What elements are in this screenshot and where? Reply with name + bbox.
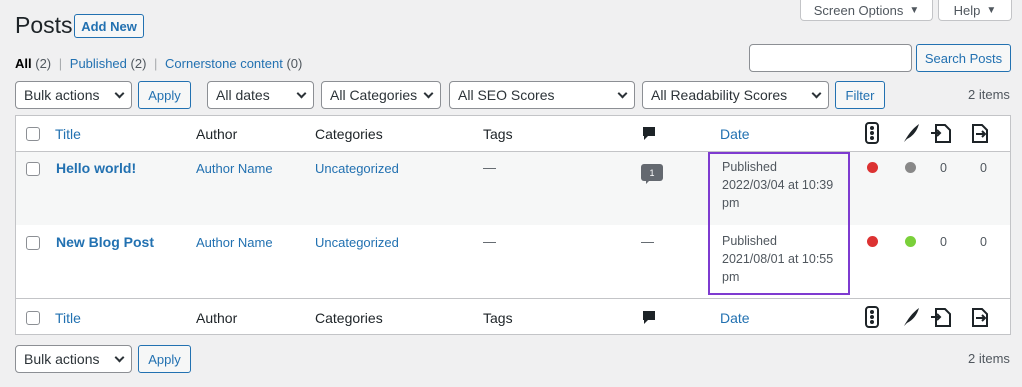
chevron-down-icon: [114, 352, 125, 362]
chevron-down-icon: [296, 88, 307, 98]
readability-scores-value: All Readability Scores: [651, 87, 788, 103]
items-count: 2 items: [968, 87, 1010, 102]
row-checkbox[interactable]: [26, 162, 40, 176]
chevron-down-icon: [811, 88, 822, 98]
dates-select[interactable]: All dates: [207, 81, 314, 109]
view-all-count: (2): [35, 56, 52, 71]
comment-icon: [642, 126, 656, 141]
outgoing-links-count: 0: [940, 161, 947, 175]
dates-value: All dates: [216, 87, 270, 103]
column-categories: Categories: [315, 126, 383, 142]
page-title: Posts: [15, 12, 73, 38]
bulk-actions-select[interactable]: Bulk actions: [15, 81, 132, 109]
chevron-down-icon: [617, 88, 628, 98]
column-author: Author: [196, 126, 238, 142]
header-divider: [15, 151, 1011, 152]
apply-button-bottom[interactable]: Apply: [138, 345, 191, 373]
categories-value: All Categories: [330, 87, 418, 103]
footer-divider: [15, 298, 1011, 299]
readability-score-dot: [905, 162, 916, 173]
incoming-links-icon: [970, 306, 992, 328]
row-checkbox[interactable]: [26, 236, 40, 250]
category-link[interactable]: Uncategorized: [315, 161, 399, 176]
bulk-actions-value: Bulk actions: [24, 351, 100, 367]
incoming-links-count: 0: [980, 161, 987, 175]
apply-button[interactable]: Apply: [138, 81, 191, 109]
outgoing-links-count: 0: [940, 235, 947, 249]
comment-count: —: [641, 234, 654, 249]
seo-scores-value: All SEO Scores: [458, 87, 555, 103]
chevron-down-icon: [423, 88, 434, 98]
search-posts-button[interactable]: Search Posts: [916, 44, 1011, 72]
search-input[interactable]: [749, 44, 912, 72]
bulk-actions-select-bottom[interactable]: Bulk actions: [15, 345, 132, 373]
column-tags-footer: Tags: [483, 310, 513, 326]
post-title-link[interactable]: Hello world!: [56, 160, 136, 176]
categories-select[interactable]: All Categories: [321, 81, 441, 109]
filter-button[interactable]: Filter: [835, 81, 885, 109]
outgoing-links-icon: [930, 122, 952, 144]
readability-feather-icon: [902, 123, 920, 143]
comment-count-bubble[interactable]: 1: [641, 164, 663, 184]
column-title-footer[interactable]: Title: [55, 310, 81, 326]
column-categories-footer: Categories: [315, 310, 383, 326]
help-button[interactable]: Help ▼: [938, 0, 1012, 21]
view-cornerstone[interactable]: Cornerstone content: [165, 56, 283, 71]
column-tags: Tags: [483, 126, 513, 142]
comment-count: 1: [649, 167, 655, 178]
view-cornerstone-count: (0): [286, 56, 303, 71]
help-label: Help: [953, 2, 981, 18]
tags-value: —: [483, 160, 496, 175]
tags-value: —: [483, 234, 496, 249]
author-link[interactable]: Author Name: [196, 161, 273, 176]
seo-score-dot: [867, 162, 878, 173]
add-new-button[interactable]: Add New: [74, 14, 144, 38]
chevron-down-icon: [114, 88, 125, 98]
column-author-footer: Author: [196, 310, 238, 326]
column-date[interactable]: Date: [720, 126, 750, 142]
view-published[interactable]: Published: [70, 56, 127, 71]
category-link[interactable]: Uncategorized: [315, 235, 399, 250]
readability-scores-select[interactable]: All Readability Scores: [642, 81, 829, 109]
readability-feather-icon: [902, 307, 920, 327]
seo-scores-select[interactable]: All SEO Scores: [449, 81, 635, 109]
items-count-bottom: 2 items: [968, 351, 1010, 366]
select-all-checkbox-footer[interactable]: [26, 311, 40, 325]
caret-down-icon: ▼: [909, 4, 920, 16]
select-all-checkbox[interactable]: [26, 127, 40, 141]
view-published-count: (2): [130, 56, 147, 71]
readability-score-dot: [905, 236, 916, 247]
outgoing-links-icon: [930, 306, 952, 328]
column-date-footer[interactable]: Date: [720, 310, 750, 326]
comment-icon: [642, 310, 656, 325]
bulk-actions-value: Bulk actions: [24, 87, 100, 103]
posts-table: [15, 115, 1011, 335]
view-all[interactable]: All: [15, 56, 32, 71]
date-highlight-box: [708, 152, 850, 295]
screen-options-label: Screen Options: [813, 2, 904, 18]
column-title[interactable]: Title: [55, 126, 81, 142]
incoming-links-icon: [970, 122, 992, 144]
seo-score-icon: [865, 122, 879, 144]
seo-score-dot: [867, 236, 878, 247]
incoming-links-count: 0: [980, 235, 987, 249]
author-link[interactable]: Author Name: [196, 235, 273, 250]
caret-down-icon: ▼: [986, 4, 997, 16]
seo-score-icon: [865, 306, 879, 328]
table-row-stripe: [16, 152, 1010, 225]
post-title-link[interactable]: New Blog Post: [56, 234, 154, 250]
post-status-filters: All (2) | Published (2) | Cornerstone co…: [15, 56, 303, 71]
screen-options-button[interactable]: Screen Options ▼: [800, 0, 933, 21]
